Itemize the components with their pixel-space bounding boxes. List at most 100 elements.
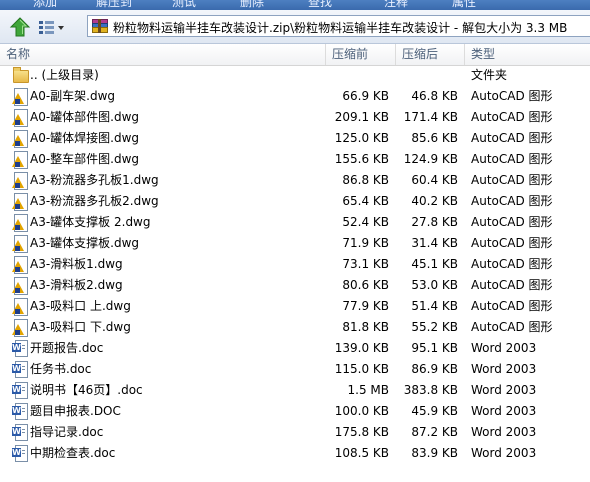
- file-packed-size: 83.9 KB: [411, 446, 458, 460]
- file-row[interactable]: A3-粉流器多孔板2.dwg 65.4 KB 40.2 KB AutoCAD 图形: [0, 191, 590, 212]
- dwg-file-icon: [12, 277, 28, 295]
- file-name: 题目申报表.DOC: [30, 404, 121, 418]
- file-row[interactable]: A3-粉流器多孔板1.dwg 86.8 KB 60.4 KB AutoCAD 图形: [0, 170, 590, 191]
- column-header-name[interactable]: 名称: [0, 44, 326, 65]
- file-size: 155.6 KB: [334, 152, 389, 166]
- file-row[interactable]: A0-整车部件图.dwg 155.6 KB 124.9 KB AutoCAD 图形: [0, 149, 590, 170]
- file-size: 52.4 KB: [342, 215, 389, 229]
- file-row[interactable]: A3-滑料板1.dwg 73.1 KB 45.1 KB AutoCAD 图形: [0, 254, 590, 275]
- toolbar-test-button[interactable]: 测试: [172, 0, 196, 10]
- column-header-packed[interactable]: 压缩后: [396, 44, 465, 65]
- file-type: AutoCAD 图形: [471, 173, 553, 187]
- file-name: A3-滑料板2.dwg: [30, 278, 123, 292]
- file-name: A0-罐体部件图.dwg: [30, 110, 140, 124]
- toolbar-add-button[interactable]: 添加: [33, 0, 57, 10]
- file-size: 86.8 KB: [342, 173, 389, 187]
- file-type: Word 2003: [471, 425, 537, 439]
- file-size: 65.4 KB: [342, 194, 389, 208]
- file-type: Word 2003: [471, 446, 537, 460]
- doc-file-icon: W: [12, 340, 28, 357]
- file-row[interactable]: W 说明书【46页】.doc 1.5 MB 383.8 KB Word 2003: [0, 380, 590, 401]
- folder-icon: [12, 67, 29, 84]
- file-row[interactable]: A3-罐体支撑板 2.dwg 52.4 KB 27.8 KB AutoCAD 图形: [0, 212, 590, 233]
- file-name: 任务书.doc: [30, 362, 92, 376]
- file-name: A3-吸料口 下.dwg: [30, 320, 131, 334]
- file-row[interactable]: A3-罐体支撑板.dwg 71.9 KB 31.4 KB AutoCAD 图形: [0, 233, 590, 254]
- file-row[interactable]: A0-罐体焊接图.dwg 125.0 KB 85.6 KB AutoCAD 图形: [0, 128, 590, 149]
- dwg-file-icon: [12, 172, 28, 190]
- file-name: 开题报告.doc: [30, 341, 104, 355]
- file-size: 175.8 KB: [334, 425, 389, 439]
- file-size: 81.8 KB: [342, 320, 389, 334]
- file-row[interactable]: W 中期检查表.doc 108.5 KB 83.9 KB Word 2003: [0, 443, 590, 464]
- file-packed-size: 46.8 KB: [411, 89, 458, 103]
- chevron-down-icon: [58, 26, 64, 30]
- file-row[interactable]: W 开题报告.doc 139.0 KB 95.1 KB Word 2003: [0, 338, 590, 359]
- dwg-file-icon: [12, 214, 28, 232]
- file-size: 66.9 KB: [342, 89, 389, 103]
- file-type: Word 2003: [471, 383, 537, 397]
- file-type: Word 2003: [471, 341, 537, 355]
- doc-file-icon: W: [12, 382, 28, 399]
- toolbar-comment-button[interactable]: 注释: [384, 0, 408, 10]
- file-packed-size: 53.0 KB: [411, 278, 458, 292]
- dwg-file-icon: [12, 319, 28, 337]
- file-name: A3-罐体支撑板 2.dwg: [30, 215, 151, 229]
- file-name: .. (上级目录): [30, 68, 99, 82]
- file-row[interactable]: W 任务书.doc 115.0 KB 86.9 KB Word 2003: [0, 359, 590, 380]
- file-row[interactable]: .. (上级目录) 文件夹: [0, 65, 590, 86]
- view-mode-button[interactable]: [36, 18, 64, 38]
- file-packed-size: 31.4 KB: [411, 236, 458, 250]
- column-header-size[interactable]: 压缩前: [326, 44, 396, 65]
- file-type: 文件夹: [471, 68, 508, 82]
- file-size: 139.0 KB: [334, 341, 389, 355]
- file-packed-size: 45.9 KB: [411, 404, 458, 418]
- file-packed-size: 87.2 KB: [411, 425, 458, 439]
- file-type: AutoCAD 图形: [471, 278, 553, 292]
- file-type: AutoCAD 图形: [471, 236, 553, 250]
- toolbar-delete-button[interactable]: 删除: [240, 0, 264, 10]
- file-packed-size: 95.1 KB: [411, 341, 458, 355]
- file-name: A3-吸料口 上.dwg: [30, 299, 131, 313]
- up-folder-button[interactable]: [9, 16, 31, 38]
- file-packed-size: 86.9 KB: [411, 362, 458, 376]
- dwg-file-icon: [12, 151, 28, 169]
- file-type: AutoCAD 图形: [471, 299, 553, 313]
- file-row[interactable]: A0-副车架.dwg 66.9 KB 46.8 KB AutoCAD 图形: [0, 86, 590, 107]
- file-packed-size: 383.8 KB: [403, 383, 458, 397]
- dwg-file-icon: [12, 256, 28, 274]
- dwg-file-icon: [12, 193, 28, 211]
- file-type: AutoCAD 图形: [471, 257, 553, 271]
- file-type: AutoCAD 图形: [471, 194, 553, 208]
- file-packed-size: 27.8 KB: [411, 215, 458, 229]
- column-header-type[interactable]: 类型: [465, 44, 590, 65]
- file-packed-size: 55.2 KB: [411, 320, 458, 334]
- address-bar: 粉粒物料运输半挂车改装设计.zip\粉粒物料运输半挂车改装设计 - 解包大小为 …: [0, 10, 590, 44]
- file-name: 指导记录.doc: [30, 425, 104, 439]
- file-name: A3-粉流器多孔板2.dwg: [30, 194, 159, 208]
- file-packed-size: 124.9 KB: [403, 152, 458, 166]
- doc-file-icon: W: [12, 445, 28, 462]
- toolbar-extract-button[interactable]: 解压到: [96, 0, 132, 10]
- toolbar-find-button[interactable]: 查找: [308, 0, 332, 10]
- file-size: 77.9 KB: [342, 299, 389, 313]
- arrow-up-icon: [9, 17, 31, 37]
- doc-file-icon: W: [12, 424, 28, 441]
- file-size: 100.0 KB: [334, 404, 389, 418]
- file-size: 73.1 KB: [342, 257, 389, 271]
- dwg-file-icon: [12, 109, 28, 127]
- file-row[interactable]: W 题目申报表.DOC 100.0 KB 45.9 KB Word 2003: [0, 401, 590, 422]
- file-size: 71.9 KB: [342, 236, 389, 250]
- file-type: Word 2003: [471, 362, 537, 376]
- file-row[interactable]: A3-吸料口 上.dwg 77.9 KB 51.4 KB AutoCAD 图形: [0, 296, 590, 317]
- file-row[interactable]: W 指导记录.doc 175.8 KB 87.2 KB Word 2003: [0, 422, 590, 443]
- file-row[interactable]: A3-吸料口 下.dwg 81.8 KB 55.2 KB AutoCAD 图形: [0, 317, 590, 338]
- file-row[interactable]: A0-罐体部件图.dwg 209.1 KB 171.4 KB AutoCAD 图形: [0, 107, 590, 128]
- file-type: AutoCAD 图形: [471, 131, 553, 145]
- address-path-field[interactable]: 粉粒物料运输半挂车改装设计.zip\粉粒物料运输半挂车改装设计 - 解包大小为 …: [87, 15, 590, 37]
- file-type: AutoCAD 图形: [471, 320, 553, 334]
- file-size: 209.1 KB: [334, 110, 389, 124]
- toolbar-properties-button[interactable]: 属性: [452, 0, 476, 10]
- file-row[interactable]: A3-滑料板2.dwg 80.6 KB 53.0 KB AutoCAD 图形: [0, 275, 590, 296]
- file-size: 125.0 KB: [334, 131, 389, 145]
